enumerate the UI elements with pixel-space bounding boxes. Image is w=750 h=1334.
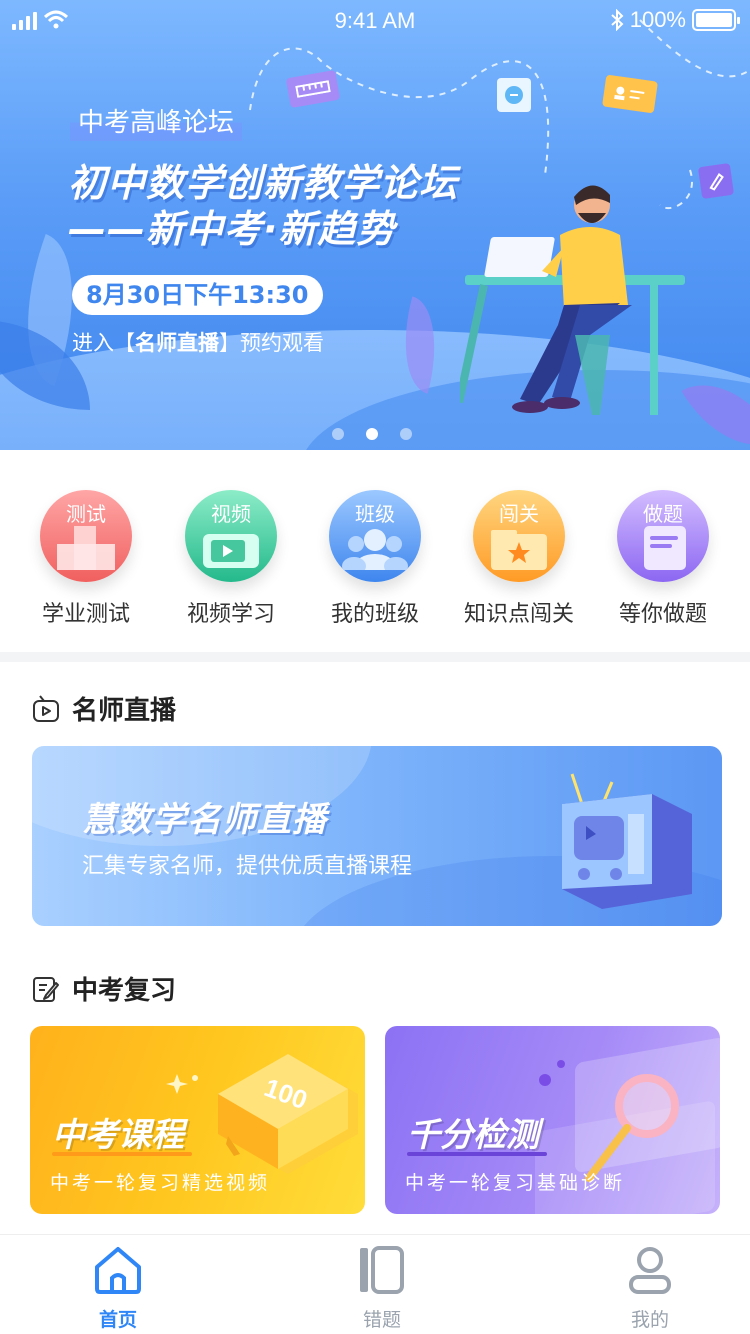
tab-profile[interactable]: 我的 (590, 1245, 710, 1332)
banner-headline-line2: ——新中考·新趋势 (68, 207, 396, 251)
sparkle-icon (166, 1074, 198, 1094)
title-underline (407, 1152, 547, 1156)
carousel-dot[interactable] (332, 428, 344, 440)
title-underline (52, 1152, 192, 1156)
entry-label: 知识点闯关 (463, 602, 574, 627)
notebook-edit-icon (33, 976, 59, 1002)
status-bar: 9:41 AM 100% (0, 0, 750, 42)
entry-caption: 做题 (643, 502, 683, 526)
quick-entry-grid: 测试 学业测试 视频 视频学习 班级 我的班级 闯关 知识点闯关 做题 等你做题 (0, 450, 750, 652)
banner-tag: 中考高峰论坛 (70, 100, 243, 141)
live-section-title: 名师直播 (72, 696, 177, 726)
carousel-dot[interactable] (400, 428, 412, 440)
chat-card-icon (497, 78, 531, 112)
battery-percent: 100% (629, 7, 686, 32)
exam-course-subtitle: 中考一轮复习精选视频 (50, 1172, 271, 1194)
entry-challenge[interactable]: 闯关 知识点闯关 (444, 490, 594, 628)
book-100-icon: 100 (218, 1054, 358, 1174)
entry-label: 我的班级 (330, 602, 419, 627)
entry-caption: 闯关 (499, 502, 539, 526)
tab-label: 错题 (362, 1309, 401, 1331)
retro-tv-icon (562, 773, 692, 909)
banner-carousel[interactable]: 9:41 AM 100% 中考高峰论坛 初中数学创新教学论坛 ——新中考·新趋势… (0, 0, 750, 450)
tab-label: 首页 (98, 1309, 137, 1331)
thousand-test-card[interactable]: 千分检测 中考一轮复习基础诊断 (385, 1026, 720, 1214)
tab-wrong-book[interactable]: 错题 (322, 1245, 442, 1332)
bluetooth-icon (611, 9, 624, 31)
video-tv-icon: 视频 (185, 490, 277, 582)
exam-course-title: 中考课程 (52, 1115, 184, 1154)
banner-enter-line[interactable]: 进入【名师直播】预约观看 (72, 327, 324, 357)
carousel-dot-active[interactable] (366, 428, 378, 440)
entry-label: 学业测试 (41, 602, 130, 627)
entry-exercise[interactable]: 做题 等你做题 (588, 490, 738, 628)
dots-decoration (539, 1060, 565, 1086)
class-group-icon: 班级 (329, 490, 421, 582)
banner-enter-highlight: 名师直播 (135, 331, 219, 355)
review-section-header: 中考复习 (32, 970, 176, 1007)
teacher-illustration (460, 185, 685, 415)
bottom-tab-bar: 首页 错题 我的 (0, 1234, 750, 1334)
exercise-paper-icon: 做题 (617, 490, 709, 582)
exam-course-card[interactable]: 100 中考课程 中考一轮复习精选视频 (30, 1026, 365, 1214)
battery-icon (692, 9, 740, 31)
entry-video[interactable]: 视频 视频学习 (156, 490, 306, 628)
entry-caption: 视频 (211, 502, 251, 526)
banner-enter-suffix: 】预约观看 (219, 331, 324, 355)
thousand-test-subtitle: 中考一轮复习基础诊断 (405, 1172, 626, 1194)
challenge-star-icon: 闯关 (473, 490, 565, 582)
live-banner-card[interactable]: 慧数学名师直播 汇集专家名师，提供优质直播课程 (32, 746, 722, 926)
entry-test[interactable]: 测试 学业测试 (11, 490, 161, 628)
live-card-title: 慧数学名师直播 (82, 800, 327, 840)
entry-caption: 班级 (355, 502, 395, 526)
thousand-test-title: 千分检测 (407, 1115, 539, 1154)
carousel-indicator (332, 428, 412, 440)
entry-label: 等你做题 (618, 602, 707, 627)
home-icon (95, 1247, 141, 1294)
live-card-subtitle: 汇集专家名师，提供优质直播课程 (82, 854, 413, 879)
test-icon: 测试 (40, 490, 132, 582)
live-section-header: 名师直播 (32, 690, 176, 727)
banner-enter-prefix: 进入【 (72, 331, 135, 355)
tab-home[interactable]: 首页 (58, 1245, 178, 1332)
entry-class[interactable]: 班级 我的班级 (300, 490, 450, 628)
main-content: 名师直播 慧数学名师直播 汇集专家名师，提供优质直播课程 中考复习 100 中考… (0, 662, 750, 1234)
wrong-book-icon (360, 1246, 404, 1294)
entry-caption: 测试 (66, 502, 106, 526)
live-tv-icon (33, 694, 59, 722)
profile-icon (629, 1247, 671, 1294)
entry-label: 视频学习 (186, 602, 275, 627)
review-section-title: 中考复习 (72, 976, 177, 1006)
tab-label: 我的 (630, 1309, 669, 1331)
banner-date: 8月30日下午13:30 (72, 275, 323, 315)
